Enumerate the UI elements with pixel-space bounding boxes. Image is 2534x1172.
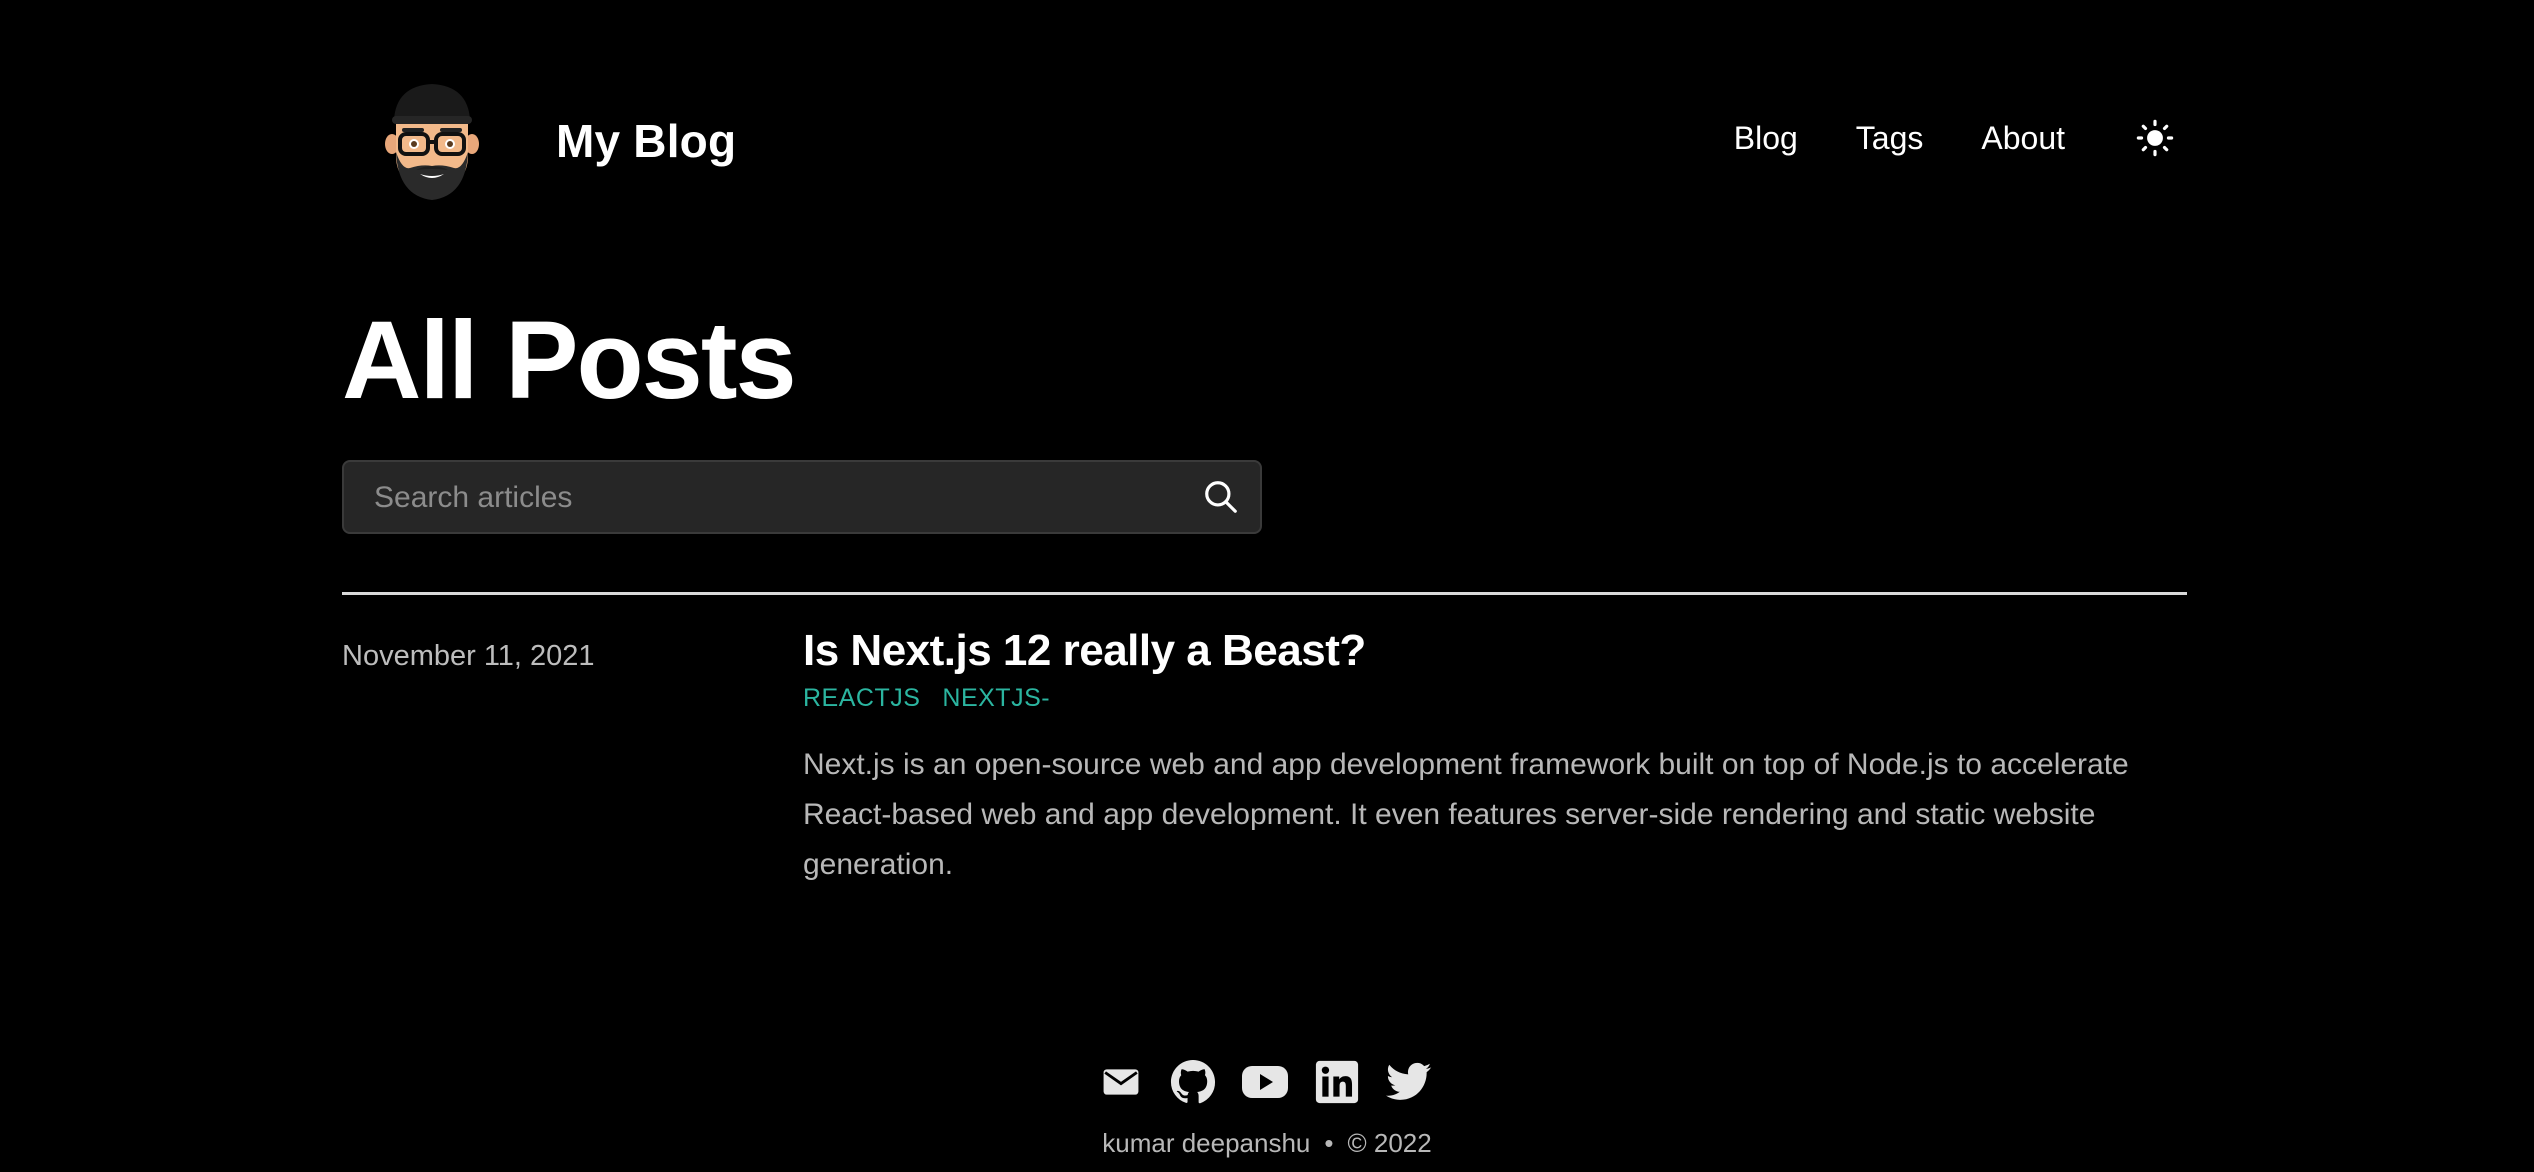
post-tags: REACTJS NEXTJS- <box>803 684 1072 713</box>
mail-link[interactable] <box>1097 1058 1145 1106</box>
youtube-link[interactable] <box>1241 1058 1289 1106</box>
post-summary: Next.js is an open-source web and app de… <box>803 748 2129 881</box>
sun-icon <box>2136 119 2174 157</box>
nav-link-about[interactable]: About <box>1981 120 2065 157</box>
theme-toggle-button[interactable] <box>2135 118 2175 158</box>
post-title-link[interactable]: Is Next.js 12 really a Beast? <box>803 626 1366 676</box>
youtube-icon <box>1242 1066 1288 1098</box>
footer-author: kumar deepanshu <box>1102 1128 1311 1158</box>
main-nav: Blog Tags About <box>1676 116 2187 160</box>
github-icon <box>1170 1059 1216 1104</box>
social-links <box>1097 1058 1457 1106</box>
page-title: All Posts <box>342 299 797 422</box>
nav-link-tags[interactable]: Tags <box>1856 120 1924 157</box>
tag-reactjs[interactable]: REACTJS <box>803 684 920 713</box>
twitter-icon <box>1386 1062 1432 1100</box>
divider <box>342 592 2187 595</box>
search-icon[interactable] <box>1202 478 1240 516</box>
post-date: November 11, 2021 <box>342 640 595 672</box>
search-input[interactable] <box>372 462 1196 534</box>
site-header: My Blog Blog Tags About <box>342 70 2187 210</box>
mail-icon <box>1103 1069 1139 1095</box>
nav-link-blog[interactable]: Blog <box>1734 120 1798 157</box>
avatar[interactable] <box>382 78 482 208</box>
search-box <box>342 460 1262 534</box>
twitter-link[interactable] <box>1385 1058 1433 1106</box>
site-title[interactable]: My Blog <box>556 114 736 168</box>
linkedin-icon <box>1315 1060 1359 1104</box>
tag-nextjs[interactable]: NEXTJS- <box>942 684 1050 713</box>
footer-text: kumar deepanshu • © 2022 <box>0 1128 2534 1159</box>
github-link[interactable] <box>1169 1058 1217 1106</box>
footer-copyright: © 2022 <box>1347 1128 1432 1158</box>
page: My Blog Blog Tags About All Posts Search… <box>0 0 2534 1172</box>
linkedin-link[interactable] <box>1313 1058 1361 1106</box>
avatar-image <box>385 84 479 200</box>
footer-separator: • <box>1324 1128 1334 1158</box>
